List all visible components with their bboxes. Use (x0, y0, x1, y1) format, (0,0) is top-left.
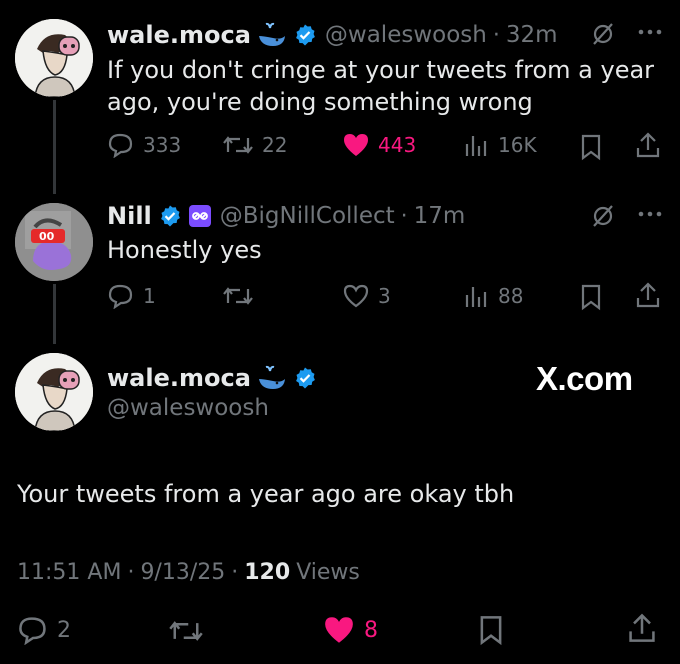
tweet-text-line: If you don't cringe at your tweets from … (107, 56, 655, 84)
reply-button[interactable]: 333 (107, 132, 181, 158)
reply-count: 333 (143, 133, 182, 157)
reply-icon (107, 283, 135, 309)
display-name[interactable]: wale.moca (107, 364, 251, 392)
more-options-icon[interactable] (637, 28, 663, 36)
grok-icon[interactable] (590, 21, 616, 47)
more-options-icon[interactable] (637, 210, 663, 218)
share-icon[interactable] (634, 131, 662, 159)
heart-filled-icon (322, 615, 356, 645)
retweet-icon (222, 283, 254, 309)
heart-outline-icon (342, 283, 370, 309)
views-button[interactable]: 88 (462, 283, 523, 309)
bar-chart-icon (462, 132, 490, 158)
tweet-text-line: ago, you're doing something wrong (107, 88, 533, 116)
reply-count: 2 (57, 617, 71, 643)
retweet-icon (222, 132, 254, 158)
thread-line (53, 284, 56, 344)
display-name[interactable]: Nill (107, 202, 152, 230)
svg-text:00: 00 (39, 230, 55, 243)
handle[interactable]: @BigNillCollect (220, 203, 395, 229)
bookmark-icon[interactable] (579, 133, 603, 161)
avatar-illustration-icon (15, 19, 93, 97)
like-count: 8 (364, 617, 378, 643)
views-count: 88 (498, 284, 524, 308)
x-com-watermark: X.com (536, 360, 633, 397)
avatar[interactable] (15, 353, 93, 431)
thread-line (53, 100, 56, 194)
like-button[interactable]: 443 (342, 132, 416, 158)
bookmark-icon[interactable] (579, 283, 603, 311)
share-icon[interactable] (634, 281, 662, 309)
views-label: Views (296, 560, 360, 585)
retweet-button[interactable]: 22 (222, 132, 287, 158)
whale-emoji-icon (257, 22, 287, 48)
post-date[interactable]: 9/13/25 (140, 560, 225, 585)
verified-badge-icon (293, 23, 317, 47)
reply-icon (17, 615, 49, 645)
verified-badge-icon (158, 204, 182, 228)
reply-count: 1 (143, 284, 156, 308)
handle[interactable]: @waleswoosh (107, 395, 269, 421)
tweet-meta: 11:51 AM · 9/13/25 · 120 Views (17, 560, 360, 585)
tweet-header: Nill @BigNillCollect · 17m (107, 200, 465, 232)
reply-icon (107, 132, 135, 158)
separator: · (231, 560, 239, 585)
retweet-button[interactable] (168, 616, 204, 646)
avatar[interactable]: 00 (15, 203, 93, 281)
post-time[interactable]: 11:51 AM (17, 560, 121, 585)
heart-filled-icon (342, 132, 370, 158)
like-count: 3 (378, 284, 391, 308)
tweet-text: Your tweets from a year ago are okay tbh (17, 480, 515, 508)
handle[interactable]: @waleswoosh (325, 22, 487, 48)
retweet-button[interactable] (222, 283, 262, 309)
display-name[interactable]: wale.moca (107, 21, 251, 49)
bookmark-icon[interactable] (477, 614, 505, 646)
separator: · (127, 560, 135, 585)
avatar-illustration-icon (15, 353, 93, 431)
separator: · (400, 203, 408, 229)
views-count: 120 (244, 560, 291, 585)
retweet-icon (169, 621, 203, 641)
retweet-count: 22 (262, 133, 288, 157)
affiliate-badge-icon (188, 204, 212, 228)
share-icon[interactable] (626, 612, 658, 644)
tweet-text: If you don't cringe at your tweets from … (107, 54, 654, 118)
grok-icon[interactable] (590, 203, 616, 229)
views-count: 16K (498, 133, 537, 157)
avatar[interactable] (15, 19, 93, 97)
tweet-header: wale.moca (107, 361, 317, 395)
like-button[interactable]: 3 (342, 283, 391, 309)
separator: · (492, 22, 500, 48)
verified-badge-icon (293, 366, 317, 390)
whale-emoji-icon (257, 365, 287, 391)
timestamp[interactable]: 17m (414, 203, 466, 229)
timestamp[interactable]: 32m (506, 22, 558, 48)
tweet-header: wale.moca @waleswoosh · 32m (107, 18, 558, 52)
bar-chart-icon (462, 283, 490, 309)
reply-button[interactable]: 2 (17, 615, 71, 645)
tweet-text: Honestly yes (107, 236, 262, 264)
avatar-illustration-icon: 00 (15, 203, 93, 281)
like-count: 443 (378, 133, 417, 157)
reply-button[interactable]: 1 (107, 283, 156, 309)
like-button[interactable]: 8 (322, 615, 378, 645)
views-button[interactable]: 16K (462, 132, 537, 158)
